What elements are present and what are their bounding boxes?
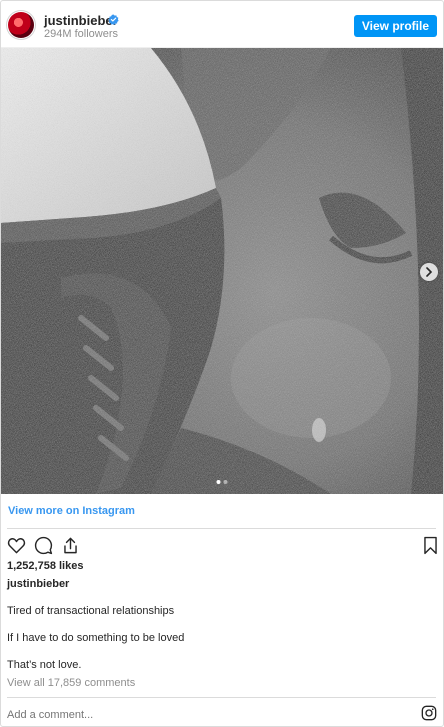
caption-line: If I have to do something to be loved: [7, 632, 185, 644]
view-profile-button[interactable]: View profile: [353, 15, 437, 37]
caption-line: That’s not love.: [7, 659, 82, 671]
view-comments-link[interactable]: View all 17,859 comments: [7, 677, 135, 689]
divider: [7, 528, 436, 529]
photo-graphic: [1, 48, 443, 494]
divider: [7, 697, 436, 698]
caption-line: Tired of transactional relationships: [7, 605, 175, 617]
carousel-indicator: [216, 480, 228, 484]
chevron-right-icon: [426, 267, 433, 277]
verified-badge-icon: [108, 14, 119, 25]
instagram-embed: justinbieber 294M followers View profile: [0, 0, 444, 727]
next-slide-button[interactable]: [420, 263, 438, 281]
heart-icon[interactable]: [7, 536, 26, 555]
follower-count: 294M followers: [44, 28, 118, 40]
avatar[interactable]: [8, 12, 34, 38]
like-count[interactable]: 1,252,758 likes: [7, 560, 83, 572]
share-icon[interactable]: [61, 536, 80, 555]
comment-icon[interactable]: [34, 536, 53, 555]
carousel-dot: [223, 480, 228, 484]
post-image[interactable]: [1, 48, 443, 494]
post-header: justinbieber 294M followers View profile: [1, 1, 443, 48]
instagram-icon[interactable]: [421, 705, 437, 721]
add-comment-input[interactable]: [7, 709, 387, 721]
username[interactable]: justinbieber: [44, 13, 118, 28]
caption-username[interactable]: justinbieber: [7, 578, 69, 590]
view-more-link[interactable]: View more on Instagram: [8, 505, 135, 517]
bookmark-icon[interactable]: [421, 536, 440, 555]
carousel-dot: [216, 480, 221, 484]
